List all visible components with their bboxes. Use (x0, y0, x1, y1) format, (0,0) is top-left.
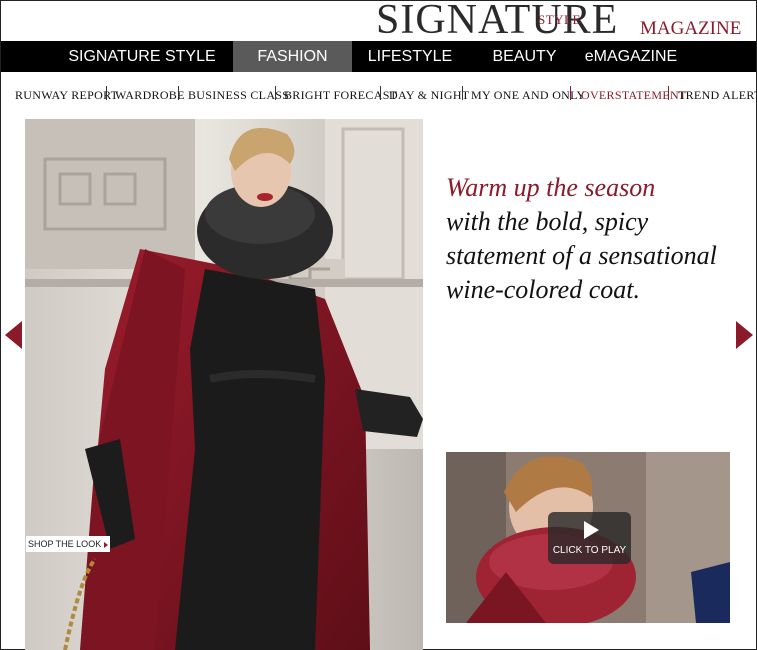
nav-fashion[interactable]: FASHION (233, 41, 352, 72)
headline-line: with the bold, spicy (446, 207, 649, 236)
subnav-overstatement[interactable]: OVERSTATEMENT (581, 88, 687, 103)
prev-slide-button[interactable] (4, 320, 24, 350)
shop-the-look-label: SHOP THE LOOK (28, 539, 102, 549)
nav-signature-style[interactable]: SIGNATURE STYLE (61, 41, 223, 72)
arrow-left-icon (5, 321, 22, 349)
masthead: SIGNATURE STYLE MAGAZINE (0, 0, 757, 43)
headline-line: wine-colored coat. (446, 275, 640, 304)
play-label: CLICK TO PLAY (552, 545, 627, 556)
subnav-divider (668, 86, 669, 100)
arrow-right-icon (736, 321, 753, 349)
subnav-divider (178, 86, 179, 100)
nav-beauty[interactable]: BEAUTY (481, 41, 568, 72)
subnav-my-one-and-only[interactable]: MY ONE AND ONLY (471, 88, 586, 103)
nav-emagazine[interactable]: eMAGAZINE (579, 41, 683, 72)
shop-the-look-button[interactable]: SHOP THE LOOK (26, 536, 110, 552)
play-button[interactable]: CLICK TO PLAY (548, 512, 631, 564)
main-nav: SIGNATURE STYLE FASHION LIFESTYLE BEAUTY… (1, 41, 756, 72)
subnav-wardrobe[interactable]: WARDROBE (115, 88, 185, 103)
subnav-trend-alert[interactable]: TREND ALERT (678, 88, 757, 103)
subnav-divider (570, 86, 571, 100)
subnav-divider (275, 86, 276, 100)
subnav-day-night[interactable]: DAY & NIGHT (389, 88, 469, 103)
logo-signature: SIGNATURE (376, 0, 619, 43)
arrow-right-small-icon (104, 541, 109, 548)
subnav-divider (106, 86, 107, 100)
sub-nav: RUNWAY REPORT WARDROBE BUSINESS CLASS BR… (1, 72, 757, 118)
logo-style: STYLE (538, 12, 581, 27)
subnav-runway-report[interactable]: RUNWAY REPORT (15, 88, 118, 103)
headline-accent: Warm up the season (446, 173, 656, 202)
headline-line: statement of a sensational (446, 241, 717, 270)
nav-lifestyle[interactable]: LIFESTYLE (361, 41, 459, 72)
hero-image (25, 119, 423, 650)
logo-magazine: MAGAZINE (640, 18, 742, 39)
hero-photo-illustration (25, 119, 423, 650)
subnav-divider (462, 86, 463, 100)
subnav-divider (380, 86, 381, 100)
headline: Warm up the season with the bold, spicy … (446, 171, 746, 307)
play-icon (584, 521, 599, 539)
next-slide-button[interactable] (734, 320, 754, 350)
